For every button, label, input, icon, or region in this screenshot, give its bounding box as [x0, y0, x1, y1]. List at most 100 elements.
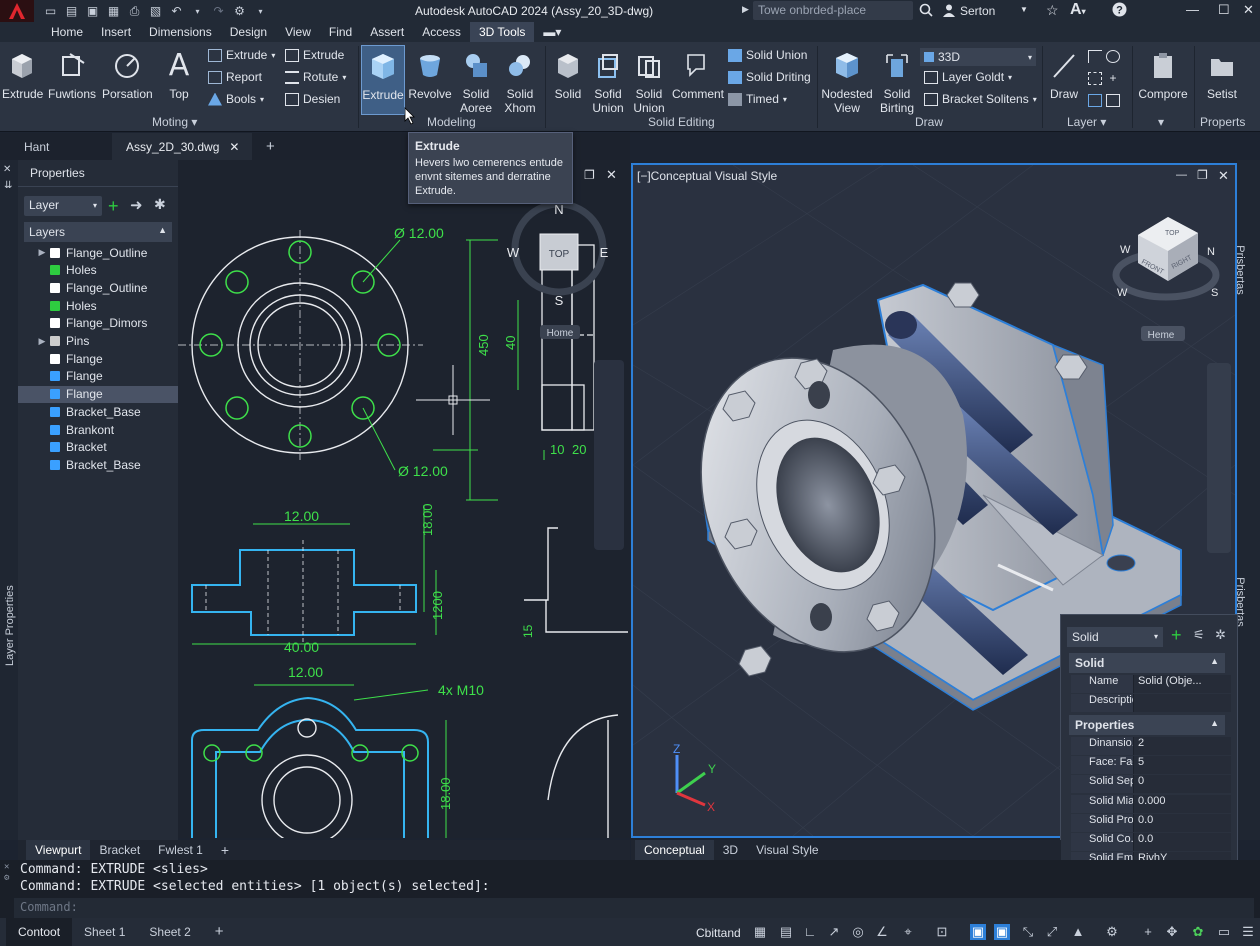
print-icon[interactable]: ⎙ [126, 4, 143, 18]
a360-icon[interactable]: A▾ [1070, 1, 1086, 19]
search-arrow-icon[interactable]: ▶ [742, 4, 749, 15]
scale-icon[interactable]: ⤡ [1020, 924, 1036, 940]
viewcube-3d-north[interactable]: N [1207, 246, 1215, 258]
solid-birting-button[interactable]: Solid Birting [878, 47, 916, 115]
osnap-icon[interactable]: ◎ [850, 924, 866, 940]
layer-color-swatch[interactable] [50, 442, 60, 453]
arrow-right-icon[interactable]: ➜ [130, 196, 143, 214]
doc-tab-hant[interactable]: Hant [0, 133, 112, 161]
prop-row[interactable]: Solid Pro...0.0 [1071, 813, 1231, 832]
user-caret-icon[interactable]: ▼ [1020, 5, 1028, 14]
lock-icon[interactable]: ⤢ [1044, 924, 1060, 940]
layer-color-swatch[interactable] [50, 353, 60, 364]
command-close-icon[interactable]: ✕ ⚙ [4, 862, 9, 884]
properties-select-icon[interactable]: ⚟ [1193, 627, 1205, 643]
viewport-close-icon[interactable]: ✕ [606, 167, 617, 183]
panel-label-solid-editing[interactable]: Solid Editing [648, 115, 715, 129]
layer-item[interactable]: Bracket_Base [18, 456, 178, 473]
viewcube-3d-home[interactable]: Heme [1148, 330, 1175, 341]
new-icon[interactable]: ▭ [42, 4, 59, 18]
section-properties-header[interactable]: Properties ▲ [1069, 715, 1225, 735]
expand-icon[interactable]: ▶ [34, 336, 50, 347]
undo-caret-icon[interactable]: ▾ [189, 4, 206, 18]
view-tab-3d[interactable]: 3D [714, 840, 747, 860]
tab-design[interactable]: Design [221, 22, 276, 42]
layer-item[interactable]: Flange [18, 368, 178, 385]
close-tab-icon[interactable]: ✕ [229, 140, 239, 154]
layer-color-swatch[interactable] [50, 282, 60, 293]
expand-icon[interactable]: ▶ [34, 247, 50, 258]
layer-select[interactable]: Layer ▾ [24, 196, 102, 216]
new-tab-button[interactable]: + [252, 133, 289, 161]
minimize-button[interactable]: — [1186, 2, 1199, 17]
annotation-icon[interactable]: ▣ [970, 924, 986, 940]
panel-label-properts[interactable]: Properts [1200, 115, 1245, 129]
layer-color-swatch[interactable] [50, 459, 60, 470]
layer-dropdown[interactable]: 33D ▾ [920, 48, 1036, 66]
setist-button[interactable]: Setist [1198, 47, 1246, 101]
solid-aoree-button[interactable]: Solid Aoree [456, 47, 496, 115]
doc-tab-assy[interactable]: Assy_2D_30.dwg ✕ [112, 133, 252, 161]
hardware-icon[interactable]: ✿ [1190, 924, 1206, 940]
otrack-icon[interactable]: ∠ [874, 924, 890, 940]
prop-row[interactable]: Description [1071, 694, 1231, 712]
snap-icon[interactable]: ▤ [778, 924, 794, 940]
tab-insert[interactable]: Insert [92, 22, 140, 42]
tab-assert[interactable]: Assert [361, 22, 413, 42]
solid-xhom-button[interactable]: Solid Xhom [500, 47, 540, 115]
solid-union-small-button[interactable]: Solid Union [728, 48, 807, 62]
user-icon[interactable] [942, 3, 956, 17]
customize-menu-icon[interactable]: ☰ [1240, 924, 1256, 940]
draw-button[interactable]: Draw [1046, 47, 1082, 101]
compore-button[interactable]: Compore [1136, 47, 1190, 101]
layer-color-swatch[interactable] [50, 406, 60, 417]
prop-row[interactable]: Solid Sep...0 [1071, 775, 1231, 794]
view-tab-bracket[interactable]: Bracket [90, 840, 149, 860]
viewport-restore-icon[interactable]: ❐ [584, 168, 595, 182]
extrude-small-button[interactable]: Extrude ▾ [208, 48, 275, 62]
viewcube-top-label[interactable]: TOP [549, 249, 570, 260]
timed-button[interactable]: Timed ▾ [728, 92, 787, 106]
search-input[interactable]: Towe onbrded-place [753, 1, 913, 20]
viewport3d-minimize-icon[interactable]: — [1176, 169, 1187, 181]
properties-add-icon[interactable]: + [1171, 625, 1182, 646]
layer-color-swatch[interactable] [50, 247, 60, 258]
settings-icon[interactable]: ⚙ [1104, 924, 1120, 940]
ortho-icon[interactable]: ∟ [802, 924, 818, 940]
layout-tab-model[interactable]: Contoot [6, 918, 73, 946]
close-palette-icon[interactable]: ✕ [3, 164, 11, 175]
workspace-icon[interactable]: ▣ [994, 924, 1010, 940]
undo-icon[interactable]: ↶ [168, 4, 185, 18]
prop-row[interactable]: Dinansio...2 [1071, 737, 1231, 755]
layer-color-swatch[interactable] [50, 265, 60, 276]
help-icon[interactable]: ? [1112, 2, 1127, 17]
rotate-button[interactable]: Rotute ▾ [285, 70, 346, 84]
draw-tool-c[interactable] [1088, 94, 1120, 107]
save-icon[interactable]: ▣ [84, 4, 101, 18]
solid-button[interactable]: Solid [550, 47, 586, 101]
saveas-icon[interactable]: ▦ [105, 4, 122, 18]
fullscreen-icon[interactable]: ▭ [1216, 924, 1232, 940]
layer-item[interactable]: ▶ Flange_Outline [18, 244, 178, 261]
extrude-tool[interactable]: Extrude [2, 47, 43, 101]
comment-button[interactable]: Comment [672, 47, 724, 101]
polar-icon[interactable]: ↗ [826, 924, 842, 940]
layer-color-swatch[interactable] [50, 424, 60, 435]
layer-item[interactable]: Flange [18, 350, 178, 367]
layer-item[interactable]: Flange_Dimors [18, 315, 178, 332]
prop-row[interactable]: Solid Mia...0.000 [1071, 794, 1231, 813]
layer-color-swatch[interactable] [50, 389, 60, 400]
model-space-toggle[interactable]: Cbittand [696, 926, 741, 940]
design-button[interactable]: Desien [285, 92, 340, 106]
prop-row[interactable]: Solid Co...0.0 [1071, 833, 1231, 851]
tab-view[interactable]: View [276, 22, 320, 42]
layer-color-swatch[interactable] [50, 300, 60, 311]
section-solid-header[interactable]: Solid ▲ [1069, 653, 1225, 673]
user-name[interactable]: Serton [960, 4, 995, 18]
command-input[interactable]: Command: [14, 898, 1254, 918]
prop-row[interactable]: Face: Fac...5 [1071, 756, 1231, 775]
viewport3d-restore-icon[interactable]: ❐ [1197, 168, 1208, 182]
nodested-view-button[interactable]: Nodested View [820, 47, 874, 115]
layer-item[interactable]: Bracket_Base [18, 403, 178, 420]
grid-icon[interactable]: ▦ [752, 924, 768, 940]
